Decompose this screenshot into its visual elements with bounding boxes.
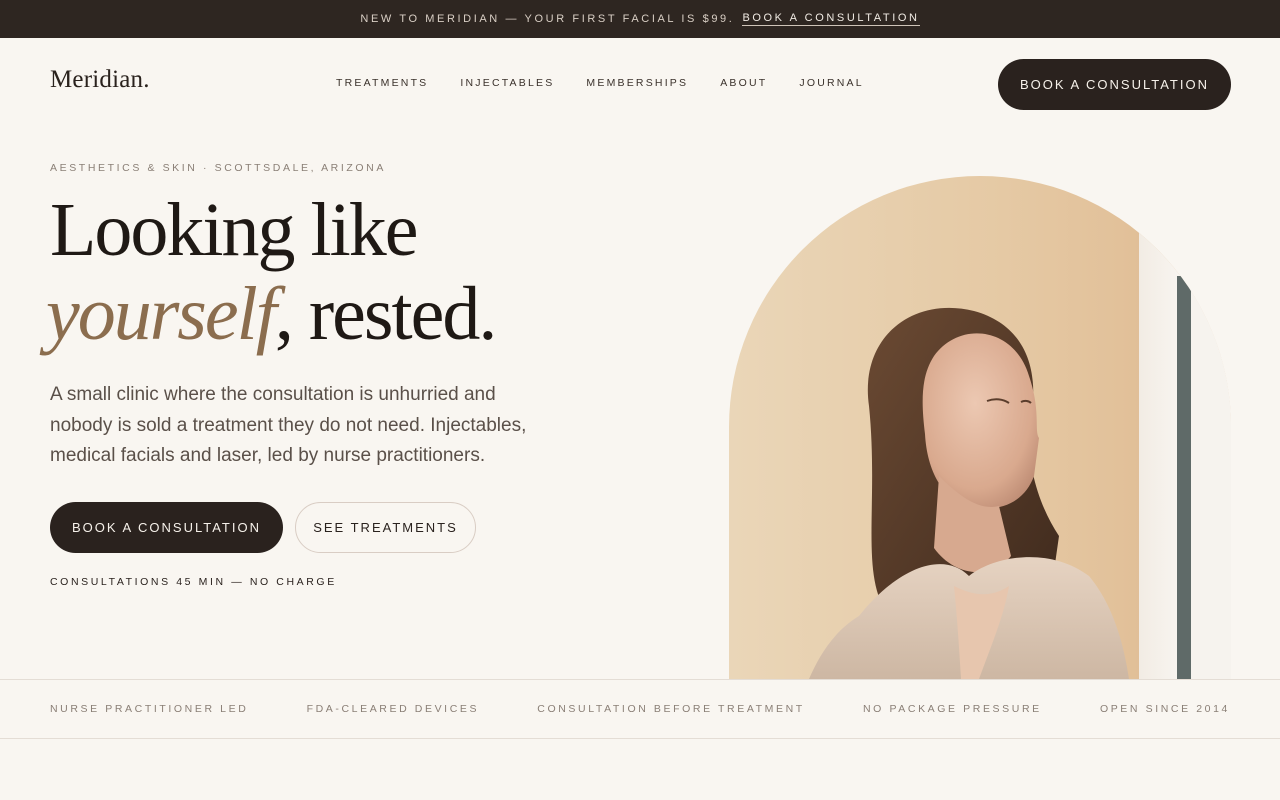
headline-rest: , rested.: [274, 272, 497, 356]
trust-item: Open since 2014: [1099, 703, 1230, 715]
trust-item: Nurse practitioner led: [50, 703, 249, 715]
headline-line-2: yourself, rested.: [46, 272, 497, 356]
main-nav: Treatments Injectables Memberships About…: [336, 77, 896, 89]
logo[interactable]: Meridian.: [50, 66, 150, 94]
nav-journal[interactable]: Journal: [799, 77, 863, 89]
nav-about[interactable]: About: [720, 77, 767, 89]
trust-item: No package pressure: [863, 703, 1042, 715]
trust-item: FDA-cleared devices: [306, 703, 480, 715]
hero-eyebrow: Aesthetics & Skin · Scottsdale, Arizona: [50, 162, 386, 174]
hero-portrait-image: [729, 176, 1231, 679]
headline-line-1: Looking like: [50, 188, 419, 272]
hero-headline: Looking like yourself, rested.: [46, 188, 497, 356]
site-header: Meridian. Treatments Injectables Members…: [0, 38, 1280, 132]
header-book-button[interactable]: Book a consultation: [998, 59, 1231, 110]
nav-injectables[interactable]: Injectables: [460, 77, 554, 89]
hero-lede: A small clinic where the consultation is…: [50, 384, 527, 466]
headline-accent: yourself: [46, 272, 277, 356]
announcement-text: New to Meridian — your first facial is $…: [360, 13, 735, 25]
consultation-note: Consultations 45 min — no charge: [50, 576, 337, 588]
trust-item: Consultation before treatment: [537, 703, 805, 715]
announcement-link[interactable]: Book a consultation: [742, 12, 920, 26]
announcement-bar: New to Meridian — your first facial is $…: [0, 0, 1280, 38]
nav-memberships[interactable]: Memberships: [586, 77, 688, 89]
book-consultation-button[interactable]: Book a consultation: [50, 502, 283, 553]
nav-treatments[interactable]: Treatments: [336, 77, 428, 89]
trust-strip: Nurse practitioner led FDA-cleared devic…: [0, 679, 1280, 739]
see-treatments-button[interactable]: See treatments: [295, 502, 476, 553]
